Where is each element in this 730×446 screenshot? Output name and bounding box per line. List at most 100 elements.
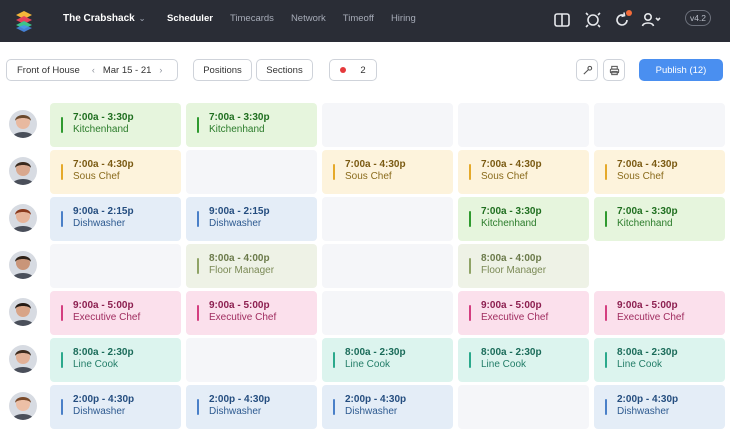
nav-network[interactable]: Network	[291, 13, 326, 24]
shift-card[interactable]: 9:00a - 5:00p Executive Chef	[594, 291, 725, 335]
shift-color-bar	[469, 305, 471, 321]
employee-avatar[interactable]	[9, 157, 37, 185]
shift-time: 7:00a - 3:30p	[617, 206, 678, 217]
shift-color-bar	[61, 352, 63, 368]
nav-hiring[interactable]: Hiring	[391, 13, 416, 24]
employee-avatar[interactable]	[9, 110, 37, 138]
shift-position: Executive Chef	[209, 312, 277, 323]
shift-card[interactable]: 9:00a - 5:00p Executive Chef	[458, 291, 589, 335]
week-range[interactable]: Mar 15 - 21	[103, 65, 152, 76]
shift-position: Executive Chef	[481, 312, 549, 323]
shift-position: Kitchenhand	[481, 218, 537, 229]
print-button[interactable]	[603, 59, 625, 81]
empty-shift-slot[interactable]	[322, 291, 453, 335]
shift-card[interactable]: 7:00a - 4:30p Sous Chef	[322, 150, 453, 194]
shift-position: Executive Chef	[617, 312, 685, 323]
wrench-icon	[582, 65, 592, 75]
shift-color-bar	[61, 117, 63, 133]
shift-time: 8:00a - 2:30p	[345, 347, 406, 358]
employee-avatar[interactable]	[9, 251, 37, 279]
sections-button[interactable]: Sections	[256, 59, 313, 81]
shift-card[interactable]: 7:00a - 3:30p Kitchenhand	[458, 197, 589, 241]
shift-card[interactable]: 7:00a - 4:30p Sous Chef	[594, 150, 725, 194]
shift-card[interactable]: 8:00a - 2:30p Line Cook	[322, 338, 453, 382]
empty-shift-slot[interactable]	[50, 244, 181, 288]
shift-position: Kitchenhand	[209, 124, 265, 135]
shift-position: Floor Manager	[481, 265, 547, 276]
user-menu-icon[interactable]	[640, 10, 662, 30]
empty-shift-slot[interactable]	[322, 103, 453, 147]
shift-card[interactable]: 8:00a - 4:00p Floor Manager	[186, 244, 317, 288]
shift-time: 2:00p - 4:30p	[73, 394, 135, 405]
shift-position: Line Cook	[617, 359, 663, 370]
nav-timecards[interactable]: Timecards	[230, 13, 274, 24]
empty-shift-slot[interactable]	[322, 244, 453, 288]
nav-scheduler[interactable]: Scheduler	[167, 13, 213, 24]
edit-tools-button[interactable]	[576, 59, 598, 81]
shift-card[interactable]: 8:00a - 4:00p Floor Manager	[458, 244, 589, 288]
chevron-right-icon[interactable]: ›	[159, 65, 162, 75]
shift-card[interactable]: 9:00a - 2:15p Dishwasher	[186, 197, 317, 241]
empty-shift-slot[interactable]	[458, 385, 589, 429]
employee-avatar[interactable]	[9, 298, 37, 326]
empty-shift-slot[interactable]	[186, 338, 317, 382]
shift-color-bar	[605, 399, 607, 415]
employee-avatar[interactable]	[9, 204, 37, 232]
shift-card[interactable]: 7:00a - 3:30p Kitchenhand	[594, 197, 725, 241]
shift-time: 2:00p - 4:30p	[617, 394, 679, 405]
shift-position: Floor Manager	[209, 265, 275, 276]
empty-shift-slot[interactable]	[594, 103, 725, 147]
positions-button[interactable]: Positions	[193, 59, 252, 81]
shift-card[interactable]: 9:00a - 2:15p Dishwasher	[50, 197, 181, 241]
shift-card[interactable]: 2:00p - 4:30p Dishwasher	[594, 385, 725, 429]
employee-avatar[interactable]	[9, 345, 37, 373]
location-select[interactable]: Front of House	[17, 65, 80, 76]
shift-time: 7:00a - 4:30p	[481, 159, 542, 170]
shift-card[interactable]: 2:00p - 4:30p Dishwasher	[322, 385, 453, 429]
chevron-down-icon: ⌄	[138, 14, 146, 23]
shift-color-bar	[333, 352, 335, 368]
app-logo-icon[interactable]	[14, 9, 34, 33]
top-nav-bar: The Crabshack ⌄ Scheduler Timecards Netw…	[0, 0, 730, 42]
notifications-button[interactable]	[612, 10, 632, 30]
publish-button[interactable]: Publish (12)	[639, 59, 723, 81]
empty-shift-slot[interactable]	[186, 150, 317, 194]
book-icon[interactable]	[552, 10, 572, 30]
shift-card[interactable]: 8:00a - 2:30p Line Cook	[50, 338, 181, 382]
shift-card[interactable]: 2:00p - 4:30p Dishwasher	[186, 385, 317, 429]
nav-timeoff[interactable]: Timeoff	[343, 13, 374, 24]
shift-card[interactable]: 7:00a - 4:30p Sous Chef	[458, 150, 589, 194]
shift-color-bar	[469, 164, 471, 180]
shift-card[interactable]: 9:00a - 5:00p Executive Chef	[186, 291, 317, 335]
shift-card[interactable]: 8:00a - 2:30p Line Cook	[594, 338, 725, 382]
version-badge: v4.2	[685, 10, 711, 26]
shift-card[interactable]: 7:00a - 3:30p Kitchenhand	[186, 103, 317, 147]
integrations-icon[interactable]	[583, 10, 603, 30]
workspace-switcher[interactable]: The Crabshack ⌄	[63, 13, 145, 24]
notification-dot	[626, 10, 632, 16]
shift-card[interactable]: 9:00a - 5:00p Executive Chef	[50, 291, 181, 335]
week-selector: Front of House ‹ Mar 15 - 21 ›	[6, 59, 178, 81]
empty-shift-slot[interactable]	[594, 244, 725, 288]
alert-dot-icon	[340, 67, 347, 73]
empty-shift-slot[interactable]	[322, 197, 453, 241]
schedule-row: 8:00a - 2:30p Line Cook 8:00a - 2:30p Line …	[0, 338, 730, 382]
schedule-row: 8:00a - 4:00p Floor Manager 8:00a - 4:00p F…	[0, 244, 730, 288]
shift-card[interactable]: 8:00a - 2:30p Line Cook	[458, 338, 589, 382]
shift-card[interactable]: 2:00p - 4:30p Dishwasher	[50, 385, 181, 429]
shift-time: 9:00a - 2:15p	[73, 206, 134, 217]
shift-time: 8:00a - 2:30p	[617, 347, 678, 358]
shift-color-bar	[197, 211, 199, 227]
shift-card[interactable]: 7:00a - 4:30p Sous Chef	[50, 150, 181, 194]
shift-time: 7:00a - 4:30p	[73, 159, 134, 170]
shift-color-bar	[605, 352, 607, 368]
shift-time: 9:00a - 5:00p	[73, 300, 134, 311]
shift-time: 7:00a - 3:30p	[73, 112, 134, 123]
employee-avatar[interactable]	[9, 392, 37, 420]
empty-shift-slot[interactable]	[458, 103, 589, 147]
shift-card[interactable]: 7:00a - 3:30p Kitchenhand	[50, 103, 181, 147]
shift-position: Executive Chef	[73, 312, 141, 323]
shift-position: Line Cook	[345, 359, 391, 370]
chevron-left-icon[interactable]: ‹	[92, 65, 95, 75]
conflicts-button[interactable]: 2	[329, 59, 377, 81]
